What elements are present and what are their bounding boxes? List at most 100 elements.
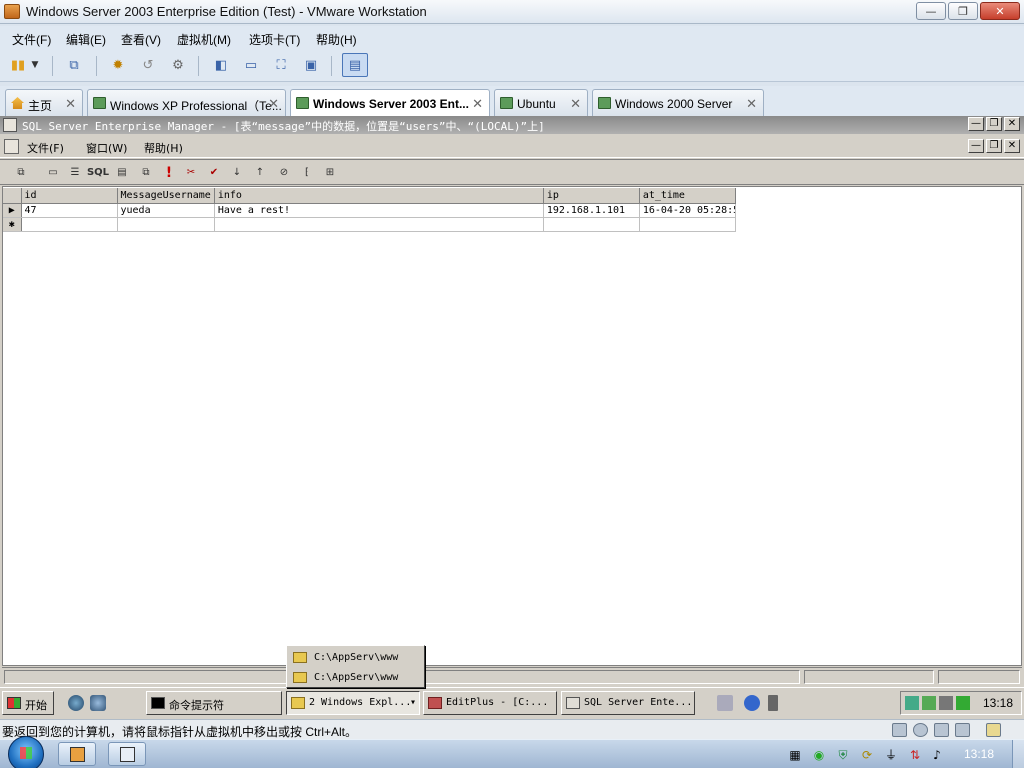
- message-log-icon[interactable]: [986, 723, 1001, 737]
- minimize-button[interactable]: —: [968, 139, 984, 153]
- security-icon[interactable]: ◉: [812, 748, 826, 762]
- tab-windows-xp[interactable]: Windows XP Professional（Te... ✕: [87, 89, 286, 116]
- grid-pane-icon[interactable]: ☰: [66, 165, 84, 180]
- usb-icon[interactable]: ⏚: [884, 748, 898, 762]
- minimize-button[interactable]: —: [916, 2, 946, 20]
- maximize-button[interactable]: ❐: [948, 2, 978, 20]
- chevron-down-icon[interactable]: ▼: [28, 56, 42, 74]
- restore-button[interactable]: ❐: [986, 139, 1002, 153]
- shield-icon[interactable]: ⛨: [836, 748, 850, 762]
- diagram-pane-icon[interactable]: ▭: [44, 165, 62, 180]
- sql-agent-tray-icon[interactable]: [922, 696, 936, 710]
- menu-item[interactable]: C:\AppServ\www: [289, 668, 423, 687]
- internet-explorer-icon[interactable]: [68, 695, 84, 711]
- menu-window[interactable]: 窗口(W): [86, 140, 127, 156]
- new-row[interactable]: ✱: [3, 217, 736, 232]
- network-tray-icon[interactable]: [905, 696, 919, 710]
- remove-filter-icon[interactable]: ⊘: [275, 165, 293, 180]
- tab-windows-2000-server[interactable]: Windows 2000 Server ✕: [592, 89, 764, 116]
- menu-tabs[interactable]: 选项卡(T): [249, 31, 300, 48]
- column-header[interactable]: MessageUsername: [117, 188, 215, 204]
- menu-edit[interactable]: 编辑(E): [66, 31, 106, 48]
- close-button[interactable]: ✕: [1004, 117, 1020, 131]
- volume-icon[interactable]: ♪: [930, 748, 944, 762]
- start-button[interactable]: 开始: [2, 691, 54, 715]
- table-cell[interactable]: 47: [21, 203, 118, 218]
- new-row-marker[interactable]: ✱: [3, 217, 22, 232]
- sort-ascending-icon[interactable]: ↓: [228, 165, 246, 180]
- revert-snapshot-icon[interactable]: ↺: [138, 56, 158, 74]
- network-icon[interactable]: ⇅: [908, 748, 922, 762]
- unity-icon[interactable]: ▣: [301, 56, 321, 74]
- quick-switch-icon[interactable]: ▤: [342, 53, 368, 77]
- properties-icon[interactable]: ⧉: [12, 165, 30, 180]
- close-icon[interactable]: ✕: [65, 96, 76, 112]
- tab-ubuntu[interactable]: Ubuntu ✕: [494, 89, 588, 116]
- sql-tool-icon[interactable]: [717, 695, 733, 711]
- sort-descending-icon[interactable]: ↑: [251, 165, 269, 180]
- menu-item[interactable]: C:\AppServ\www: [289, 648, 423, 667]
- close-icon[interactable]: ✕: [570, 96, 581, 112]
- restore-button[interactable]: ❐: [986, 117, 1002, 131]
- table-cell[interactable]: [117, 217, 215, 232]
- verify-sql-icon[interactable]: ✂: [182, 165, 200, 180]
- start-orb-icon[interactable]: [8, 736, 44, 768]
- table-cell[interactable]: Have a rest!: [214, 203, 544, 218]
- sql-check-icon[interactable]: ✔: [205, 165, 223, 180]
- taskbar-pinned-word[interactable]: [108, 742, 146, 766]
- change-type-icon[interactable]: ⧉: [137, 165, 155, 180]
- table-cell[interactable]: yueda: [117, 203, 215, 218]
- network-icon[interactable]: ⧉: [64, 56, 84, 74]
- tab-home[interactable]: 主页 ✕: [5, 89, 83, 116]
- show-desktop-button[interactable]: [1012, 740, 1024, 768]
- close-button[interactable]: ✕: [1004, 139, 1020, 153]
- service-manager-tray-icon[interactable]: [956, 696, 970, 710]
- show-desktop-icon[interactable]: [90, 695, 106, 711]
- close-button[interactable]: ✕: [980, 2, 1020, 20]
- current-row-marker[interactable]: ▶: [3, 203, 22, 218]
- taskbar-button-sql-server[interactable]: SQL Server Ente...: [561, 691, 695, 715]
- menu-file[interactable]: 文件(F): [12, 31, 51, 48]
- results-grid[interactable]: id MessageUsername info ip at_time ▶ 47 …: [2, 186, 1022, 666]
- close-icon[interactable]: ✕: [746, 96, 757, 112]
- taskbar-button-cmd[interactable]: 命令提示符: [146, 691, 282, 715]
- table-cell[interactable]: [21, 217, 118, 232]
- table-cell[interactable]: [543, 217, 640, 232]
- guest-clock[interactable]: 13:18: [983, 696, 1013, 710]
- pause-icon[interactable]: ▮▮: [8, 56, 28, 74]
- add-table-icon[interactable]: ⊞: [321, 165, 339, 180]
- guest-screen[interactable]: SQL Server Enterprise Manager - [表“messa…: [0, 116, 1024, 719]
- snapshot-manager-icon[interactable]: ⚙: [168, 56, 188, 74]
- cd-rom-icon[interactable]: [913, 723, 928, 737]
- menu-help[interactable]: 帮助(H): [144, 140, 183, 156]
- sql-pane-icon[interactable]: SQL: [87, 165, 109, 180]
- taskbar-button-explorer-group[interactable]: 2 Windows Expl... ▾: [286, 691, 420, 715]
- minimize-button[interactable]: —: [968, 117, 984, 131]
- column-header[interactable]: info: [214, 188, 544, 204]
- menu-view[interactable]: 查看(V): [121, 31, 161, 48]
- close-icon[interactable]: ✕: [268, 96, 279, 112]
- hard-disk-icon[interactable]: [892, 723, 907, 737]
- column-header[interactable]: id: [21, 188, 118, 204]
- table-row[interactable]: ▶ 47 yueda Have a rest! 192.168.1.101 16…: [3, 203, 736, 218]
- run-icon[interactable]: !: [160, 165, 178, 181]
- action-center-icon[interactable]: ▦: [788, 748, 802, 762]
- table-cell[interactable]: [214, 217, 544, 232]
- column-header[interactable]: at_time: [639, 188, 736, 204]
- display-icon[interactable]: [955, 723, 970, 737]
- sidebar-icon[interactable]: ◧: [211, 56, 231, 74]
- toolbar-grip-icon[interactable]: [768, 695, 778, 711]
- taskbar-button-editplus[interactable]: EditPlus - [C:...: [423, 691, 557, 715]
- vmware-tools-tray-icon[interactable]: [939, 696, 953, 710]
- host-clock[interactable]: 13:18: [964, 747, 994, 761]
- snapshot-icon[interactable]: ✹: [108, 56, 128, 74]
- column-header[interactable]: ip: [543, 188, 640, 204]
- help-icon[interactable]: [744, 695, 760, 711]
- update-icon[interactable]: ⟳: [860, 748, 874, 762]
- menu-vm[interactable]: 虚拟机(M): [177, 31, 231, 48]
- tab-windows-server-2003[interactable]: Windows Server 2003 Ent... ✕: [290, 89, 490, 116]
- table-cell[interactable]: 16-04-20 05:28:5: [639, 203, 736, 218]
- menu-file[interactable]: 文件(F): [27, 140, 64, 156]
- close-icon[interactable]: ✕: [472, 96, 483, 112]
- table-cell[interactable]: 192.168.1.101: [543, 203, 640, 218]
